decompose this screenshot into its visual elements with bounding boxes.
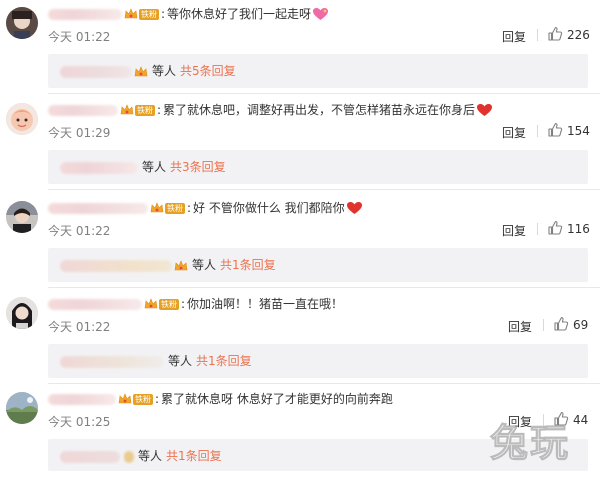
more-replies-link[interactable]: 共3条回复	[170, 160, 226, 175]
sub-reply-preview	[60, 355, 164, 368]
thumbs-up-icon[interactable]	[553, 316, 569, 332]
thumbs-up-icon[interactable]	[547, 122, 563, 138]
crown-icon	[124, 8, 138, 20]
divider	[537, 223, 538, 235]
sub-replies-box: 等人 共3条回复	[48, 150, 588, 184]
sub-reply-wait: 等人	[142, 160, 167, 174]
username-blurred[interactable]	[48, 202, 148, 214]
sub-replies-box: 等人 共1条回复	[48, 248, 588, 282]
avatar[interactable]	[6, 392, 38, 424]
comment-text: 你加油啊！！猪苗一直在哦！	[187, 297, 344, 311]
more-replies-link[interactable]: 共1条回复	[166, 449, 222, 464]
more-replies-link[interactable]: 共5条回复	[180, 64, 236, 79]
watermark-logo: 兔玩	[489, 421, 571, 466]
comment-header: 铁粉 : 累了就休息吧，调整好再出发，不管怎样猪苗永远在你身后	[48, 102, 493, 118]
divider	[48, 93, 600, 94]
comment-time: 今天 01:29	[48, 126, 111, 140]
comment-header: 铁粉 : 等你休息好了我们一起走呀	[48, 6, 329, 22]
comment-text: 累了就休息吧，调整好再出发，不管怎样猪苗永远在你身后	[163, 103, 476, 117]
avatar[interactable]	[6, 201, 38, 233]
divider	[48, 189, 600, 190]
like-count: 44	[573, 413, 589, 427]
username-blurred[interactable]	[48, 298, 142, 310]
comment-text: 累了就休息呀 休息好了才能更好的向前奔跑	[161, 392, 393, 406]
sub-replies-box: 等人 共1条回复	[48, 344, 588, 378]
sub-reply-wait: 等人	[138, 449, 163, 463]
divider	[537, 29, 538, 41]
avatar[interactable]	[6, 7, 38, 39]
comment-time: 今天 01:22	[48, 30, 111, 44]
fan-badge: 铁粉	[133, 393, 153, 405]
crown-icon	[144, 298, 158, 310]
comment-header: 铁粉 : 好 不管你做什么 我们都陪你	[48, 200, 363, 216]
crown-icon	[174, 259, 188, 272]
reply-button[interactable]: 回复	[508, 318, 532, 335]
sparkling-heart-icon	[312, 7, 329, 21]
comment-item: 铁粉 : 好 不管你做什么 我们都陪你 今天 01:22 回复 116 等人 共…	[0, 194, 600, 289]
comment-header: 铁粉 : 你加油啊！！猪苗一直在哦！	[48, 296, 343, 312]
sub-reply-preview	[60, 450, 120, 463]
sub-reply-wait: 等人	[152, 64, 177, 78]
crown-icon	[134, 65, 148, 78]
reply-button[interactable]: 回复	[502, 222, 526, 239]
comment-item: 铁粉 : 累了就休息吧，调整好再出发，不管怎样猪苗永远在你身后 今天 01:29…	[0, 96, 600, 191]
more-replies-link[interactable]: 共1条回复	[196, 354, 252, 369]
fan-badge: 铁粉	[139, 8, 159, 20]
comment-item: 铁粉 : 等你休息好了我们一起走呀 今天 01:22 回复 226 等人 共5条…	[0, 0, 600, 95]
reply-button[interactable]: 回复	[502, 28, 526, 45]
comment-item: 铁粉 : 你加油啊！！猪苗一直在哦！ 今天 01:22 回复 69 等人 共1条…	[0, 290, 600, 385]
username-blurred[interactable]	[48, 393, 116, 405]
comment-time: 今天 01:22	[48, 320, 111, 334]
divider	[537, 125, 538, 137]
thumbs-up-icon[interactable]	[547, 220, 563, 236]
fan-badge: 铁粉	[165, 202, 185, 214]
divider	[48, 287, 600, 288]
avatar[interactable]	[6, 103, 38, 135]
thumbs-up-icon[interactable]	[547, 26, 563, 42]
comment-time: 今天 01:25	[48, 415, 111, 429]
divider	[48, 383, 600, 384]
fan-badge: 铁粉	[159, 298, 179, 310]
sub-reply-preview	[60, 65, 132, 78]
like-count: 226	[567, 28, 590, 42]
sub-reply-wait: 等人	[168, 354, 193, 368]
comment-text: 好 不管你做什么 我们都陪你	[193, 201, 345, 215]
sub-reply-preview	[60, 259, 172, 272]
sub-reply-preview	[60, 161, 138, 174]
like-count: 69	[573, 318, 589, 332]
like-count: 154	[567, 124, 590, 138]
comment-time: 今天 01:22	[48, 224, 111, 238]
reply-button[interactable]: 回复	[502, 124, 526, 141]
avatar[interactable]	[6, 297, 38, 329]
fan-badge: 铁粉	[135, 104, 155, 116]
crown-icon	[118, 393, 132, 405]
red-heart-icon	[346, 201, 363, 215]
divider	[543, 319, 544, 331]
username-blurred[interactable]	[48, 8, 122, 20]
red-heart-icon	[476, 103, 493, 117]
comment-text: 等你休息好了我们一起走呀	[167, 7, 312, 21]
more-replies-link[interactable]: 共1条回复	[220, 258, 276, 273]
crown-icon	[120, 104, 134, 116]
sub-replies-box: 等人 共5条回复	[48, 54, 588, 88]
like-count: 116	[567, 222, 590, 236]
sub-reply-wait: 等人	[192, 258, 217, 272]
comment-header: 铁粉 : 累了就休息呀 休息好了才能更好的向前奔跑	[48, 391, 393, 407]
crown-icon	[150, 202, 164, 214]
username-blurred[interactable]	[48, 104, 118, 116]
